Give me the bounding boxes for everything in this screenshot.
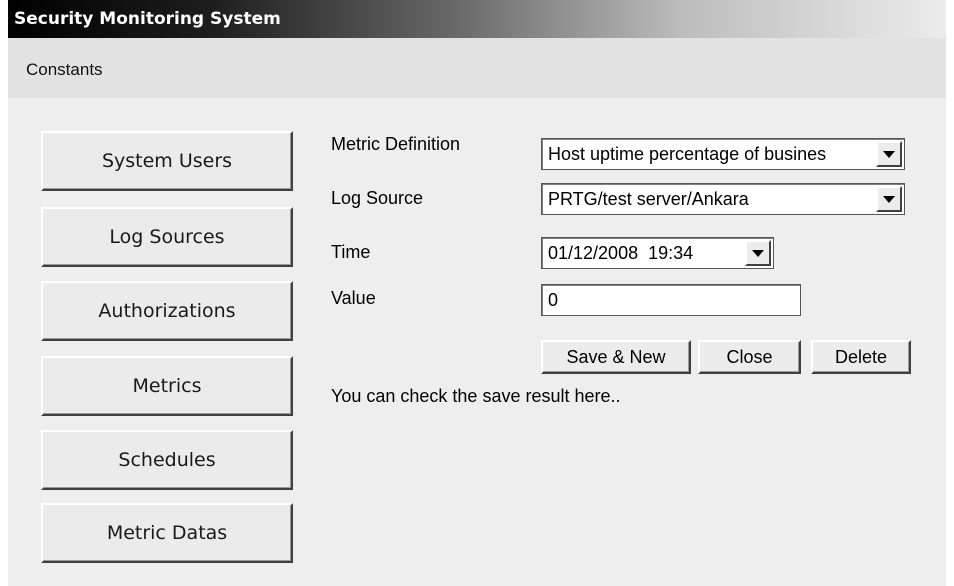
log-source-value: PRTG/test server/Ankara [548,189,749,209]
menu-bar: Constants [8,38,946,98]
metric-definition-label: Metric Definition [331,134,461,154]
metric-definition-value: Host uptime percentage of busines [548,144,827,164]
metric-datas-button[interactable]: Metric Datas [41,503,293,563]
window-title: Security Monitoring System [14,9,281,29]
metrics-button[interactable]: Metrics [41,356,293,416]
time-label: Time [331,242,371,262]
authorizations-button[interactable]: Authorizations [41,281,293,341]
chevron-down-icon[interactable] [745,240,771,266]
save-result-status: You can check the save result here.. [331,386,621,406]
schedules-button[interactable]: Schedules [41,430,293,490]
save-new-button[interactable]: Save & New [541,340,691,374]
main-content: System Users Log Sources Authorizations … [8,98,946,586]
system-users-button[interactable]: System Users [41,131,293,191]
value-input[interactable] [542,285,800,315]
value-field[interactable] [541,284,801,316]
app-window: Security Monitoring System Constants Sys… [8,0,946,586]
log-source-select[interactable]: PRTG/test server/Ankara [541,183,905,215]
menu-item-constants[interactable]: Constants [26,60,103,80]
log-sources-button[interactable]: Log Sources [41,207,293,267]
metric-definition-select[interactable]: Host uptime percentage of busines [541,138,905,170]
chevron-down-icon[interactable] [876,141,902,167]
delete-button[interactable]: Delete [811,340,911,374]
title-bar: Security Monitoring System [8,0,946,38]
close-button[interactable]: Close [698,340,801,374]
log-source-label: Log Source [331,188,424,208]
time-picker[interactable]: 01/12/2008 19:34 [541,237,774,269]
time-value: 01/12/2008 19:34 [548,243,694,263]
value-label: Value [331,288,376,308]
chevron-down-icon[interactable] [876,186,902,212]
